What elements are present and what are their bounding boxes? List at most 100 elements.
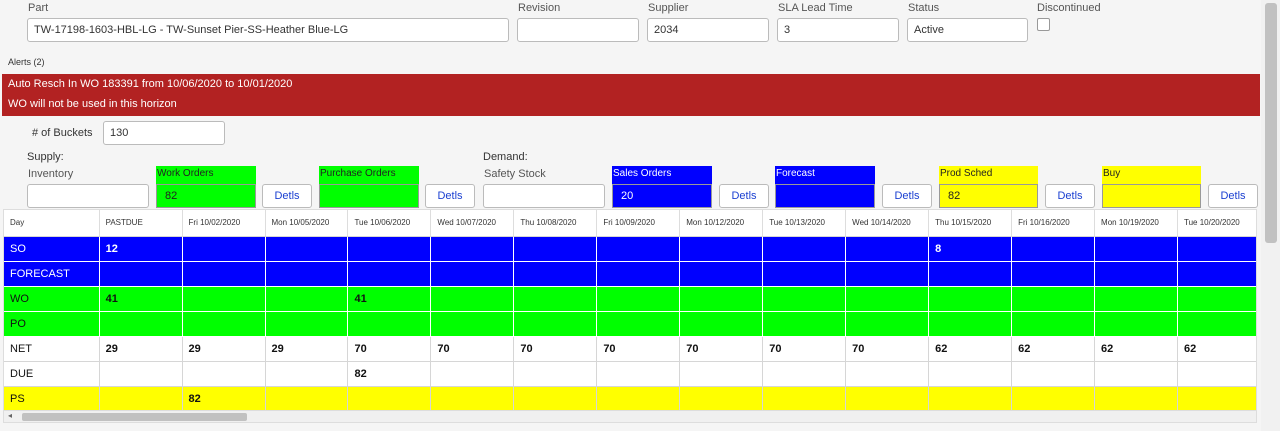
grid-cell[interactable]: 70: [513, 336, 598, 362]
grid-cell[interactable]: [596, 311, 681, 337]
grid-cell[interactable]: 12: [99, 236, 183, 262]
grid-cell[interactable]: [99, 261, 183, 287]
column-header[interactable]: Tue 10/20/2020: [1177, 210, 1256, 237]
grid-cell[interactable]: [762, 386, 847, 410]
vertical-scroll-thumb[interactable]: [1265, 3, 1277, 243]
grid-cell[interactable]: [1011, 361, 1096, 387]
grid-cell[interactable]: 82: [182, 386, 266, 410]
grid-cell[interactable]: [845, 311, 930, 337]
grid-cell[interactable]: [347, 261, 432, 287]
grid-cell[interactable]: [182, 261, 266, 287]
grid-cell[interactable]: [1177, 311, 1256, 337]
grid-cell[interactable]: [1094, 286, 1178, 312]
grid-cell[interactable]: [99, 311, 183, 337]
grid-cell[interactable]: 70: [347, 336, 432, 362]
buy-detls-button[interactable]: Detls: [1208, 184, 1258, 208]
scroll-left-arrow-icon[interactable]: ◂: [8, 411, 12, 420]
forecast-field[interactable]: [775, 184, 875, 208]
column-header[interactable]: Thu 10/15/2020: [928, 210, 1013, 237]
grid-cell[interactable]: [596, 286, 681, 312]
grid-cell[interactable]: [679, 361, 764, 387]
grid-cell[interactable]: 62: [928, 336, 1013, 362]
grid-cell[interactable]: [430, 361, 515, 387]
column-header[interactable]: Wed 10/14/2020: [845, 210, 930, 237]
buckets-field[interactable]: 130: [103, 121, 225, 145]
column-header[interactable]: Fri 10/09/2020: [596, 210, 681, 237]
grid-cell[interactable]: [1094, 386, 1178, 410]
column-header-day[interactable]: Day: [4, 210, 100, 237]
grid-cell[interactable]: [99, 361, 183, 387]
grid-cell[interactable]: [1177, 386, 1256, 410]
grid-cell[interactable]: [679, 236, 764, 262]
supplier-field[interactable]: 2034: [647, 18, 769, 42]
grid-cell[interactable]: 62: [1094, 336, 1178, 362]
prod-sched-field[interactable]: 82: [939, 184, 1038, 208]
grid-cell[interactable]: [430, 236, 515, 262]
discontinued-checkbox[interactable]: [1037, 18, 1050, 31]
grid-cell[interactable]: [928, 286, 1013, 312]
grid-cell[interactable]: [1011, 261, 1096, 287]
column-header[interactable]: Fri 10/16/2020: [1011, 210, 1096, 237]
grid-cell[interactable]: [1177, 261, 1256, 287]
grid-cell[interactable]: [513, 286, 598, 312]
grid-cell[interactable]: [265, 311, 349, 337]
horizontal-scrollbar[interactable]: ◂: [3, 410, 1257, 423]
grid-cell[interactable]: [347, 311, 432, 337]
sla-lead-time-field[interactable]: 3: [777, 18, 899, 42]
grid-cell[interactable]: [99, 386, 183, 410]
grid-cell[interactable]: [596, 386, 681, 410]
grid-cell[interactable]: 41: [347, 286, 432, 312]
grid-cell[interactable]: [265, 261, 349, 287]
sales-orders-field[interactable]: 20: [612, 184, 712, 208]
grid-cell[interactable]: [1011, 286, 1096, 312]
grid-cell[interactable]: [596, 236, 681, 262]
grid-cell[interactable]: [1094, 311, 1178, 337]
grid-cell[interactable]: [1011, 386, 1096, 410]
grid-cell[interactable]: [1177, 361, 1256, 387]
grid-cell[interactable]: 29: [265, 336, 349, 362]
column-header[interactable]: Mon 10/19/2020: [1094, 210, 1178, 237]
grid-cell[interactable]: [762, 311, 847, 337]
grid-cell[interactable]: [430, 311, 515, 337]
grid-cell[interactable]: [513, 311, 598, 337]
grid-cell[interactable]: [679, 311, 764, 337]
grid-cell[interactable]: [1094, 361, 1178, 387]
grid-cell[interactable]: [845, 236, 930, 262]
sales-orders-detls-button[interactable]: Detls: [719, 184, 769, 208]
grid-cell[interactable]: [513, 261, 598, 287]
column-header[interactable]: Thu 10/08/2020: [513, 210, 598, 237]
work-orders-detls-button[interactable]: Detls: [262, 184, 312, 208]
grid-cell[interactable]: [679, 261, 764, 287]
grid-cell[interactable]: [928, 386, 1013, 410]
grid-cell[interactable]: [265, 361, 349, 387]
grid-cell[interactable]: [845, 361, 930, 387]
grid-cell[interactable]: 62: [1011, 336, 1096, 362]
grid-cell[interactable]: [182, 236, 266, 262]
grid-cell[interactable]: [928, 311, 1013, 337]
grid-cell[interactable]: 82: [347, 361, 432, 387]
grid-cell[interactable]: [762, 236, 847, 262]
grid-cell[interactable]: [1177, 236, 1256, 262]
vertical-scrollbar[interactable]: [1261, 0, 1280, 431]
revision-field[interactable]: [517, 18, 639, 42]
safety-stock-field[interactable]: [483, 184, 605, 208]
grid-cell[interactable]: [1011, 236, 1096, 262]
grid-cell[interactable]: [430, 386, 515, 410]
grid-cell[interactable]: [347, 236, 432, 262]
grid-cell[interactable]: [182, 286, 266, 312]
grid-cell[interactable]: 41: [99, 286, 183, 312]
work-orders-field[interactable]: 82: [156, 184, 256, 208]
horizontal-scroll-thumb[interactable]: [22, 413, 247, 421]
grid-cell[interactable]: [182, 311, 266, 337]
grid-cell[interactable]: [762, 261, 847, 287]
column-header[interactable]: PASTDUE: [99, 210, 183, 237]
purchase-orders-detls-button[interactable]: Detls: [425, 184, 475, 208]
grid-cell[interactable]: [265, 386, 349, 410]
grid-cell[interactable]: [762, 286, 847, 312]
grid-cell[interactable]: 29: [99, 336, 183, 362]
grid-cell[interactable]: [265, 286, 349, 312]
grid-cell[interactable]: [596, 261, 681, 287]
part-field[interactable]: TW-17198-1603-HBL-LG - TW-Sunset Pier-SS…: [27, 18, 509, 42]
grid-cell[interactable]: 8: [928, 236, 1013, 262]
grid-cell[interactable]: [1011, 311, 1096, 337]
